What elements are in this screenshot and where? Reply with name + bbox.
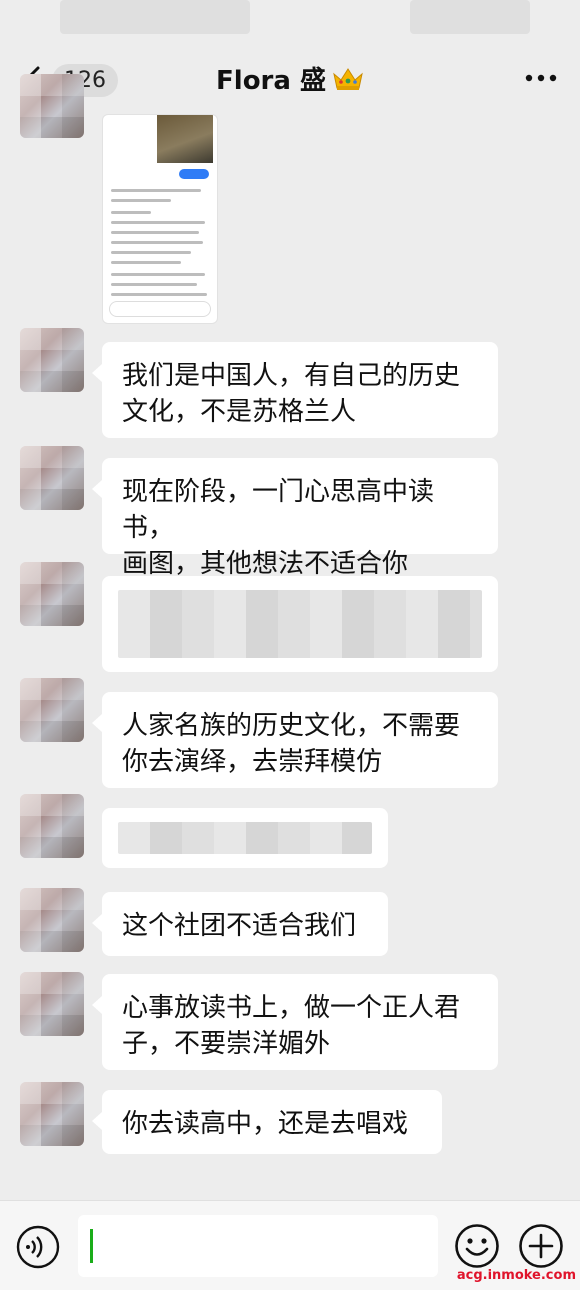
image-thumbnail: [157, 115, 213, 163]
redacted-content: [118, 822, 372, 854]
text-cursor: [90, 1229, 93, 1263]
message-input[interactable]: [78, 1215, 438, 1277]
image-text-line: [111, 273, 205, 276]
status-bar-redacted: [60, 0, 250, 34]
chat-bubble[interactable]: 你去读高中，还是去唱戏: [92, 1090, 442, 1154]
emoji-icon[interactable]: [454, 1223, 500, 1269]
chat-bubble[interactable]: 这个社团不适合我们: [92, 892, 388, 956]
image-text-line: [111, 293, 207, 296]
chat-bubble[interactable]: 人家名族的历史文化，不需要 你去演绎，去崇拜模仿: [92, 692, 498, 788]
status-bar: [0, 0, 580, 44]
message-list[interactable]: 我们是中国人，有自己的历史 文化，不是苏格兰人 现在阶段，一门心思高中读书， 画…: [0, 74, 580, 1200]
voice-icon[interactable]: [16, 1225, 60, 1269]
avatar[interactable]: [20, 794, 84, 858]
crown-icon: [333, 68, 363, 90]
image-text-line: [111, 283, 197, 286]
image-text-line: [111, 211, 151, 214]
chat-bubble-redacted[interactable]: [102, 808, 388, 868]
image-text-line: [111, 221, 205, 224]
chat-header: 126 Flora 盛: [0, 44, 580, 114]
chat-bubble[interactable]: 心事放读书上，做一个正人君 子，不要崇洋媚外: [92, 974, 498, 1070]
avatar[interactable]: [20, 446, 84, 510]
image-text-line: [111, 251, 191, 254]
avatar[interactable]: [20, 562, 84, 626]
page-title: Flora 盛: [0, 60, 580, 97]
watermark: acg.inmoke.com: [456, 1268, 576, 1283]
message-image[interactable]: [102, 114, 218, 324]
image-text-line: [111, 231, 199, 234]
avatar[interactable]: [20, 328, 84, 392]
avatar[interactable]: [20, 678, 84, 742]
image-text-line: [111, 241, 203, 244]
chat-bubble-redacted[interactable]: [102, 576, 498, 672]
plus-icon[interactable]: [518, 1223, 564, 1269]
avatar[interactable]: [20, 1082, 84, 1146]
image-button-shape: [179, 169, 209, 179]
redacted-content: [118, 590, 482, 658]
avatar[interactable]: [20, 972, 84, 1036]
image-text-line: [111, 199, 171, 202]
image-text-line: [111, 261, 181, 264]
contact-name: Flora 盛: [216, 66, 326, 96]
image-input-shape: [109, 301, 211, 317]
status-bar-redacted: [410, 0, 530, 34]
avatar[interactable]: [20, 888, 84, 952]
chat-bubble[interactable]: 现在阶段，一门心思高中读书， 画图，其他想法不适合你: [92, 458, 498, 579]
avatar[interactable]: [20, 74, 84, 138]
more-dots-icon[interactable]: [524, 70, 558, 86]
chat-bubble[interactable]: 我们是中国人，有自己的历史 文化，不是苏格兰人: [92, 342, 498, 438]
image-text-line: [111, 189, 201, 192]
